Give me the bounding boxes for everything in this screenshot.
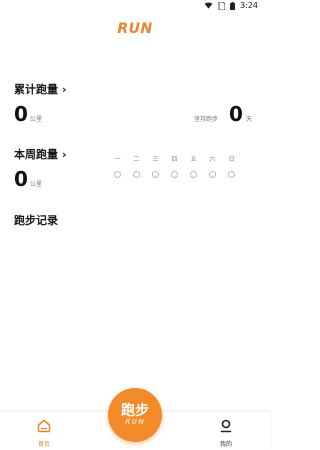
weekday-dot-slot: [127, 171, 146, 178]
streak-label: 坚持跑步: [194, 116, 219, 123]
streak-value: 0: [229, 102, 243, 126]
start-run-button[interactable]: 跑步 RUN: [108, 388, 162, 442]
run-records-title: 跑步记录: [14, 212, 58, 228]
day-status-dot: [171, 171, 178, 178]
status-bar: 3:24: [0, 0, 270, 14]
weekday-label: 四: [171, 156, 178, 163]
app-logo: RUN: [0, 18, 270, 37]
status-icons: 3:24: [204, 1, 258, 10]
day-status-dot: [152, 171, 159, 178]
tab-home-label: 首页: [37, 441, 50, 448]
tab-home[interactable]: 首页: [24, 418, 64, 448]
weekly-distance-title-label: 本周跑量: [14, 148, 58, 161]
weekly-distance-unit: 公里: [30, 181, 43, 188]
weekday-label: 日: [228, 156, 235, 163]
total-distance-title-label: 累计跑量: [14, 83, 58, 96]
weekday-dots: [108, 171, 241, 178]
weekday-dot-slot: [184, 171, 203, 178]
day-status-dot: [228, 171, 235, 178]
status-time: 3:24: [240, 1, 258, 10]
wifi-icon: [204, 2, 213, 9]
weekday-dot-slot: [203, 171, 222, 178]
weekday-label: 二: [133, 156, 140, 163]
weekday-dot-slot: [108, 171, 127, 178]
weekday-dot-slot: [146, 171, 165, 178]
weekday-label: 六: [209, 156, 216, 163]
weekday-label: 一: [114, 156, 121, 163]
weekday-dot-slot: [165, 171, 184, 178]
run-button-sub: RUN: [125, 418, 145, 426]
day-status-dot: [114, 171, 121, 178]
user-icon: [220, 419, 232, 433]
weekday-label: 五: [190, 156, 197, 163]
day-status-dot: [133, 171, 140, 178]
run-button-label: 跑步: [121, 403, 149, 419]
weekly-distance-value: 0: [14, 167, 28, 191]
run-records-title-label: 跑步记录: [14, 214, 58, 227]
total-distance-value: 0: [14, 102, 28, 126]
day-status-dot: [209, 171, 216, 178]
weekday-labels: 一 二 三 四 五 六 日: [108, 154, 241, 163]
total-distance-title[interactable]: 累计跑量 ›: [14, 81, 67, 97]
battery-icon: [230, 1, 236, 10]
chevron-right-icon: ›: [62, 82, 67, 96]
sim-icon: [218, 1, 226, 10]
weekly-distance-title[interactable]: 本周跑量 ›: [14, 146, 67, 162]
day-status-dot: [190, 171, 197, 178]
tab-mine[interactable]: 我的: [206, 418, 246, 448]
home-icon: [37, 419, 51, 433]
logo-text: RUN: [117, 21, 153, 37]
tab-mine-label: 我的: [219, 441, 232, 448]
chevron-right-icon: ›: [62, 147, 67, 161]
weekday-dot-slot: [222, 171, 241, 178]
total-distance-unit: 公里: [30, 116, 43, 123]
streak-unit: 天: [246, 116, 253, 123]
weekday-label: 三: [152, 156, 159, 163]
